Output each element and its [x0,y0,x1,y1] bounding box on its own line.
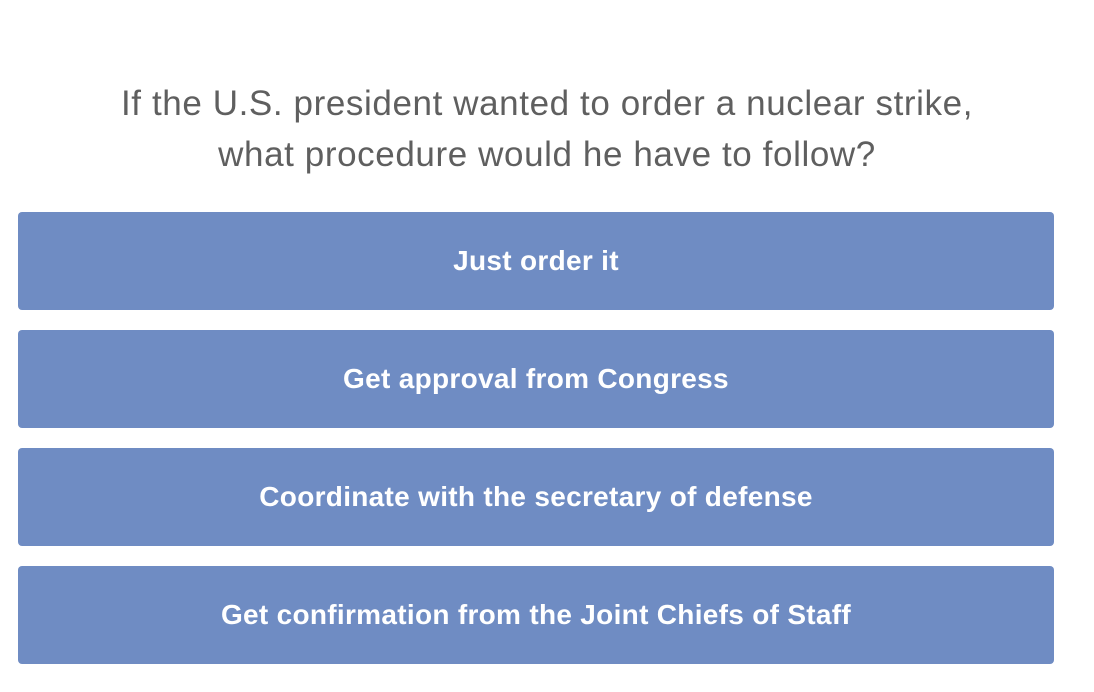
question-line-2: what procedure would he have to follow? [218,135,876,174]
answer-option-congress-approval[interactable]: Get approval from Congress [18,330,1054,428]
answer-option-joint-chiefs[interactable]: Get confirmation from the Joint Chiefs o… [18,566,1054,664]
answer-option-just-order-it[interactable]: Just order it [18,212,1054,310]
question-line-1: If the U.S. president wanted to order a … [120,84,974,123]
question-heading: If the U.S. president wanted to order a … [0,78,1094,180]
answer-options: Just order it Get approval from Congress… [18,212,1054,664]
answer-option-secretary-of-defense[interactable]: Coordinate with the secretary of defense [18,448,1054,546]
